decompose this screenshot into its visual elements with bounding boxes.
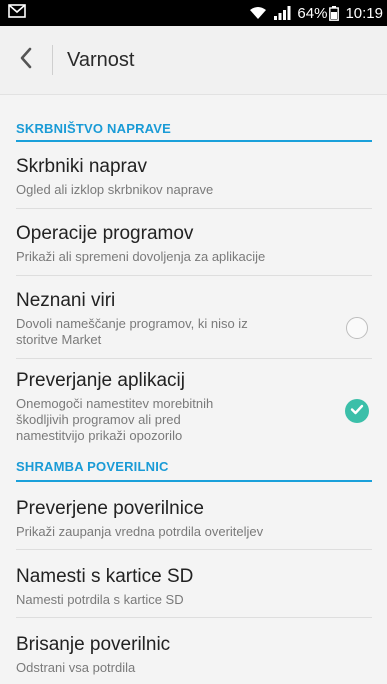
- signal-icon: [273, 6, 291, 20]
- wifi-icon: [249, 6, 267, 20]
- item-title: Preverjanje aplikacij: [16, 370, 185, 391]
- item-title: Neznani viri: [16, 290, 116, 311]
- settings-list: SKRBNIŠTVO NAPRAVE Skrbniki naprav Ogled…: [0, 94, 387, 678]
- battery-icon: [329, 5, 340, 21]
- list-item-device-admins[interactable]: Skrbniki naprav Ogled ali izklop skrbnik…: [16, 142, 372, 209]
- chevron-left-icon: [19, 47, 33, 74]
- list-item-verify-apps[interactable]: Preverjanje aplikacij Onemogoči namestit…: [16, 359, 372, 449]
- list-item-unknown-sources[interactable]: Neznani viri Dovoli nameščanje programov…: [16, 276, 372, 359]
- item-subtitle: Namesti potrdila s kartice SD: [16, 592, 184, 607]
- unknown-sources-toggle[interactable]: [346, 317, 368, 339]
- item-subtitle: Prikaži zaupanja vredna potrdila overite…: [16, 524, 264, 539]
- item-title: Operacije programov: [16, 223, 194, 244]
- verify-apps-checkbox[interactable]: [345, 399, 369, 423]
- item-title: Preverjene poverilnice: [16, 498, 204, 519]
- section-header-credential-storage: SHRAMBA POVERILNIC: [16, 449, 372, 482]
- status-time: 10:19: [345, 4, 383, 22]
- list-item-app-ops[interactable]: Operacije programov Prikaži ali spremeni…: [16, 209, 372, 276]
- list-item-install-from-sd[interactable]: Namesti s kartice SD Namesti potrdila s …: [16, 550, 372, 618]
- section-header-device-admin: SKRBNIŠTVO NAPRAVE: [16, 94, 372, 142]
- page-title: Varnost: [67, 48, 135, 71]
- item-subtitle: Dovoli nameščanje programov, ki niso iz …: [16, 316, 248, 347]
- status-bar: 64% 10:19: [0, 0, 387, 26]
- item-title: Brisanje poverilnic: [16, 634, 171, 655]
- battery-percent: 64%: [297, 4, 328, 22]
- item-title: Namesti s kartice SD: [16, 566, 194, 587]
- item-subtitle: Ogled ali izklop skrbnikov naprave: [16, 182, 214, 197]
- checkmark-icon: [350, 402, 364, 420]
- item-subtitle: Prikaži ali spremeni dovoljenja za aplik…: [16, 249, 266, 264]
- app-bar: Varnost: [0, 26, 387, 95]
- back-button[interactable]: [0, 26, 52, 94]
- list-item-clear-credentials[interactable]: Brisanje poverilnic Odstrani vsa potrdil…: [16, 618, 372, 678]
- mail-icon: [8, 3, 26, 23]
- item-subtitle: Odstrani vsa potrdila: [16, 660, 136, 675]
- list-item-trusted-credentials[interactable]: Preverjene poverilnice Prikaži zaupanja …: [16, 482, 372, 550]
- item-title: Skrbniki naprav: [16, 156, 147, 177]
- item-subtitle: Onemogoči namestitev morebitnih škodljiv…: [16, 396, 214, 443]
